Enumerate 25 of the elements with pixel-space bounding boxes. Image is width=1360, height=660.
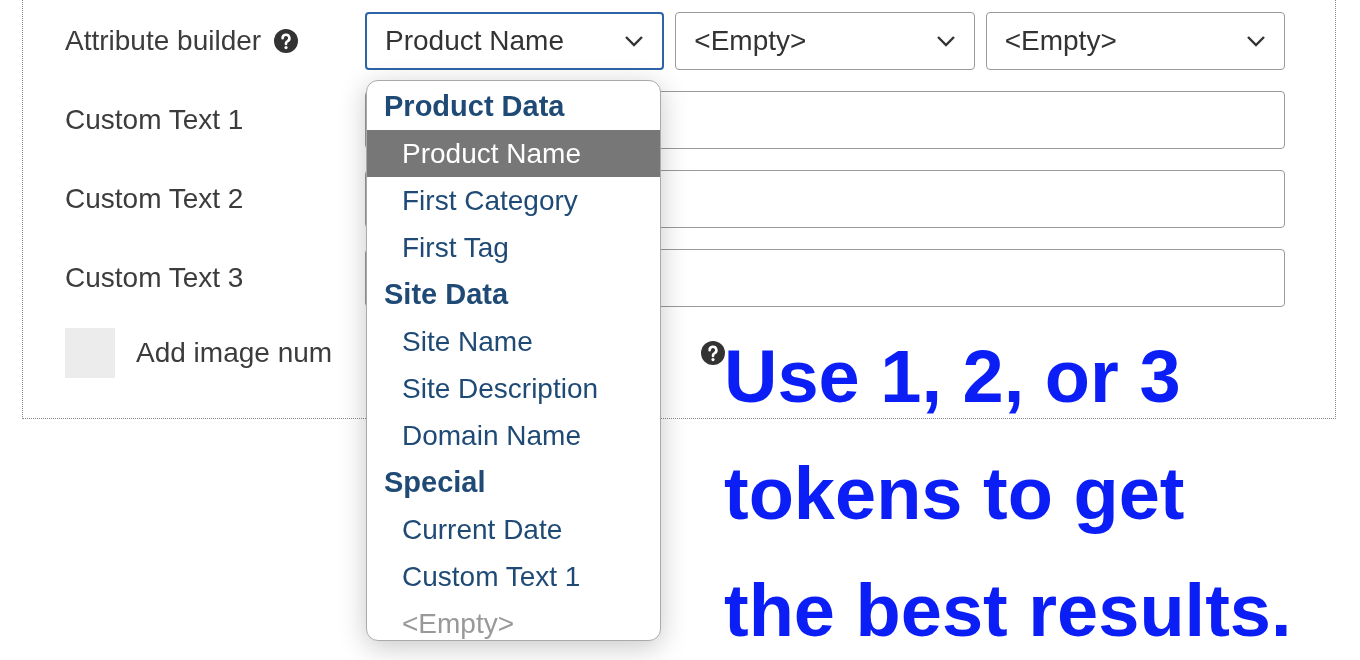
group-heading: Site Data [383, 277, 510, 312]
help-icon[interactable] [701, 341, 725, 365]
checkbox-label: Add image num [136, 337, 333, 369]
menu-option[interactable]: Domain Name [367, 412, 660, 459]
help-icon[interactable] [274, 29, 299, 53]
menu-option[interactable]: Site Name [367, 318, 660, 365]
menu-option[interactable]: Product Name [367, 130, 660, 177]
menu-option[interactable]: Current Date [367, 506, 660, 553]
select-field[interactable]: Product Name [365, 12, 665, 70]
chevron-down-icon [935, 35, 956, 47]
select-field[interactable]: <Empty> [675, 12, 975, 70]
menu-option[interactable]: First Tag [367, 224, 660, 271]
select-field[interactable]: <Empty> [985, 12, 1285, 70]
field-label: Custom Text 3 [65, 262, 244, 294]
field-label: Attribute builder [65, 25, 262, 57]
chevron-down-icon [624, 35, 645, 47]
menu-option[interactable]: Custom Text 1 [367, 553, 660, 600]
menu-option[interactable]: Site Description [367, 365, 660, 412]
field-label: Custom Text 2 [65, 183, 244, 215]
menu-option[interactable]: First Category [367, 177, 660, 224]
annotation-text: Use 1, 2, or 3 tokens to get the best results. [724, 334, 1293, 654]
chevron-down-icon [1246, 35, 1266, 47]
group-heading: Special [383, 465, 487, 500]
group-heading: Product Data [383, 89, 566, 124]
field-label: Custom Text 1 [65, 104, 244, 136]
